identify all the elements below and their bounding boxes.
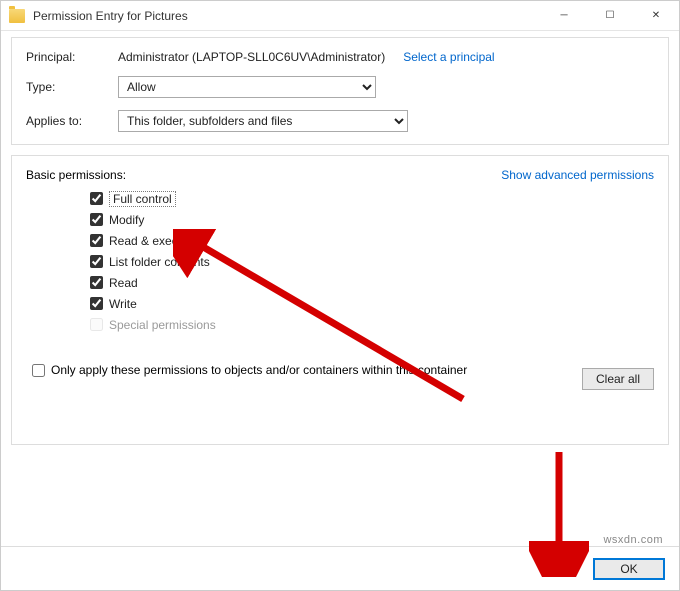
maximize-icon: ☐ [606, 10, 615, 21]
select-principal-link[interactable]: Select a principal [403, 50, 494, 64]
type-select[interactable]: Allow [118, 76, 376, 98]
close-icon: ✕ [652, 10, 660, 21]
principal-value: Administrator (LAPTOP-SLL0C6UV\Administr… [118, 50, 385, 64]
perm-read: Read [90, 272, 654, 293]
principal-label: Principal: [26, 50, 118, 64]
perm-list-folder: List folder contents [90, 251, 654, 272]
label-only-apply[interactable]: Only apply these permissions to objects … [51, 363, 467, 377]
ok-button[interactable]: OK [593, 558, 665, 580]
permissions-panel: Basic permissions: Show advanced permiss… [11, 155, 669, 445]
label-read-execute[interactable]: Read & execute [109, 234, 194, 248]
checkbox-list-folder[interactable] [90, 255, 103, 268]
minimize-icon: ─ [560, 10, 567, 21]
checkbox-full-control[interactable] [90, 192, 103, 205]
maximize-button[interactable]: ☐ [587, 1, 633, 31]
type-row: Type: Allow [26, 76, 654, 98]
checkbox-write[interactable] [90, 297, 103, 310]
label-read[interactable]: Read [109, 276, 138, 290]
perm-special: Special permissions [90, 314, 654, 335]
perm-modify: Modify [90, 209, 654, 230]
minimize-button[interactable]: ─ [541, 1, 587, 31]
permissions-header: Basic permissions: Show advanced permiss… [26, 168, 654, 182]
label-modify[interactable]: Modify [109, 213, 144, 227]
show-advanced-link[interactable]: Show advanced permissions [501, 168, 654, 182]
checkbox-special [90, 318, 103, 331]
checkbox-read-execute[interactable] [90, 234, 103, 247]
label-list-folder[interactable]: List folder contents [109, 255, 210, 269]
checkbox-only-apply[interactable] [32, 364, 45, 377]
applies-row: Applies to: This folder, subfolders and … [26, 110, 654, 132]
principal-panel: Principal: Administrator (LAPTOP-SLL0C6U… [11, 37, 669, 145]
type-label: Type: [26, 80, 118, 94]
perm-read-execute: Read & execute [90, 230, 654, 251]
bottom-bar: OK Cancel [1, 546, 679, 590]
folder-icon [9, 9, 25, 23]
permission-list: Full control Modify Read & execute List … [90, 188, 654, 335]
checkbox-read[interactable] [90, 276, 103, 289]
applies-select[interactable]: This folder, subfolders and files [118, 110, 408, 132]
applies-label: Applies to: [26, 114, 118, 128]
perm-full-control: Full control [90, 188, 654, 209]
basic-permissions-label: Basic permissions: [26, 168, 126, 182]
label-special: Special permissions [109, 318, 216, 332]
clear-all-button[interactable]: Clear all [582, 368, 654, 390]
perm-write: Write [90, 293, 654, 314]
checkbox-modify[interactable] [90, 213, 103, 226]
watermark: wsxdn.com [603, 534, 663, 546]
close-button[interactable]: ✕ [633, 1, 679, 31]
titlebar: Permission Entry for Pictures ─ ☐ ✕ [1, 1, 679, 31]
window-title: Permission Entry for Pictures [33, 9, 541, 23]
content-area: Principal: Administrator (LAPTOP-SLL0C6U… [1, 31, 679, 445]
label-full-control[interactable]: Full control [109, 191, 176, 207]
principal-row: Principal: Administrator (LAPTOP-SLL0C6U… [26, 50, 654, 64]
only-apply-row: Only apply these permissions to objects … [32, 363, 654, 377]
label-write[interactable]: Write [109, 297, 137, 311]
